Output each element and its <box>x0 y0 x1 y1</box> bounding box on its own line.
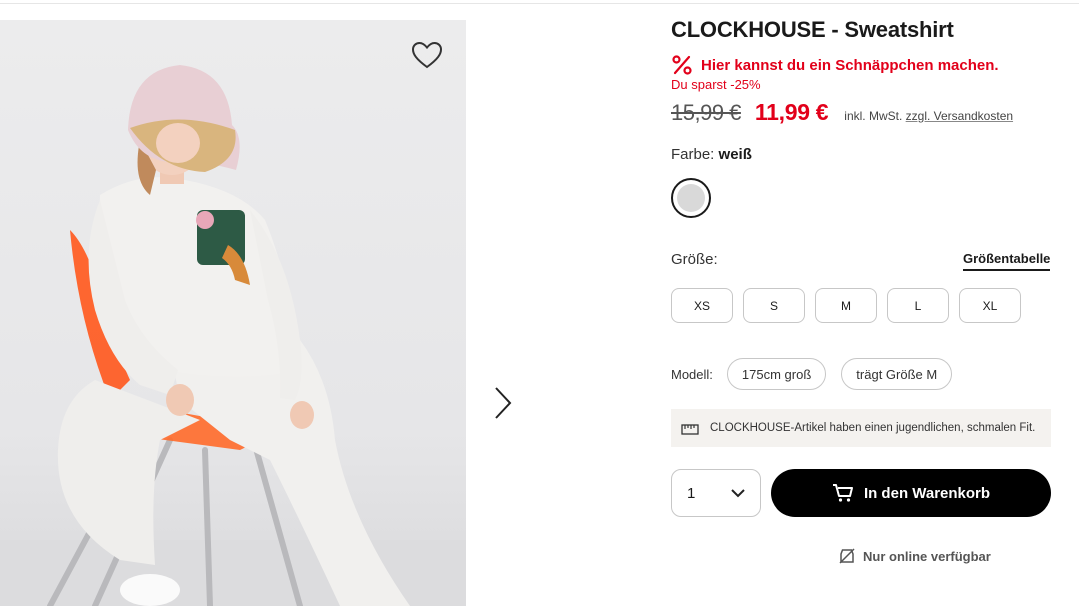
quantity-value: 1 <box>687 484 696 502</box>
deal-banner: Hier kannst du ein Schnäppchen machen. <box>671 53 999 77</box>
percent-icon <box>672 55 692 75</box>
availability-text: Nur online verfügbar <box>863 548 991 564</box>
model-height-chip: 175cm groß <box>726 358 827 390</box>
color-label: Farbe: weiß <box>671 146 752 163</box>
chevron-down-icon <box>731 489 745 498</box>
color-value: weiß <box>718 146 752 163</box>
swatch-dot <box>677 184 705 212</box>
store-off-icon <box>839 548 855 564</box>
cart-icon <box>832 484 853 502</box>
old-price: 15,99 € <box>671 100 741 125</box>
size-button-s[interactable]: S <box>743 288 805 323</box>
ruler-icon <box>681 424 699 435</box>
size-options: XS S M L XL <box>671 288 1021 323</box>
product-title: CLOCKHOUSE - Sweatshirt <box>671 17 954 42</box>
deal-text: Hier kannst du ein Schnäppchen machen. <box>701 56 999 74</box>
model-size-chip: trägt Größe M <box>841 358 953 390</box>
model-info: Modell: 175cm groß trägt Größe M <box>671 358 967 390</box>
chevron-right-icon[interactable] <box>490 385 516 421</box>
tax-info: inkl. MwSt. zzgl. Versandkosten <box>844 109 1013 123</box>
saving-text: Du sparst -25% <box>671 77 761 92</box>
product-photo-illustration <box>0 65 466 606</box>
add-to-cart-label: In den Warenkorb <box>863 484 991 502</box>
size-button-xl[interactable]: XL <box>959 288 1021 323</box>
size-chart-link[interactable]: Größentabelle <box>963 251 1051 271</box>
size-label: Größe: <box>671 251 718 268</box>
size-button-m[interactable]: M <box>815 288 877 323</box>
color-label-text: Farbe: <box>671 146 715 163</box>
shipping-link[interactable]: zzgl. Versandkosten <box>906 109 1013 123</box>
heart-icon[interactable] <box>411 40 443 70</box>
fit-note: CLOCKHOUSE-Artikel haben einen jugendlic… <box>671 409 1051 447</box>
fit-note-text: CLOCKHOUSE-Artikel haben einen jugendlic… <box>710 422 1036 434</box>
add-to-cart-button[interactable]: In den Warenkorb <box>771 469 1051 517</box>
tax-text: inkl. MwSt. <box>844 109 903 123</box>
product-image[interactable] <box>0 20 466 606</box>
quantity-select[interactable]: 1 <box>671 469 761 517</box>
size-button-xs[interactable]: XS <box>671 288 733 323</box>
model-label: Modell: <box>671 366 713 382</box>
size-button-l[interactable]: L <box>887 288 949 323</box>
price-row: 15,99 € 11,99 € inkl. MwSt. zzgl. Versan… <box>671 99 1013 126</box>
color-swatch-white[interactable] <box>671 178 711 218</box>
new-price: 11,99 € <box>754 99 829 125</box>
availability-info: Nur online verfügbar <box>838 547 991 565</box>
top-divider <box>0 3 1079 4</box>
